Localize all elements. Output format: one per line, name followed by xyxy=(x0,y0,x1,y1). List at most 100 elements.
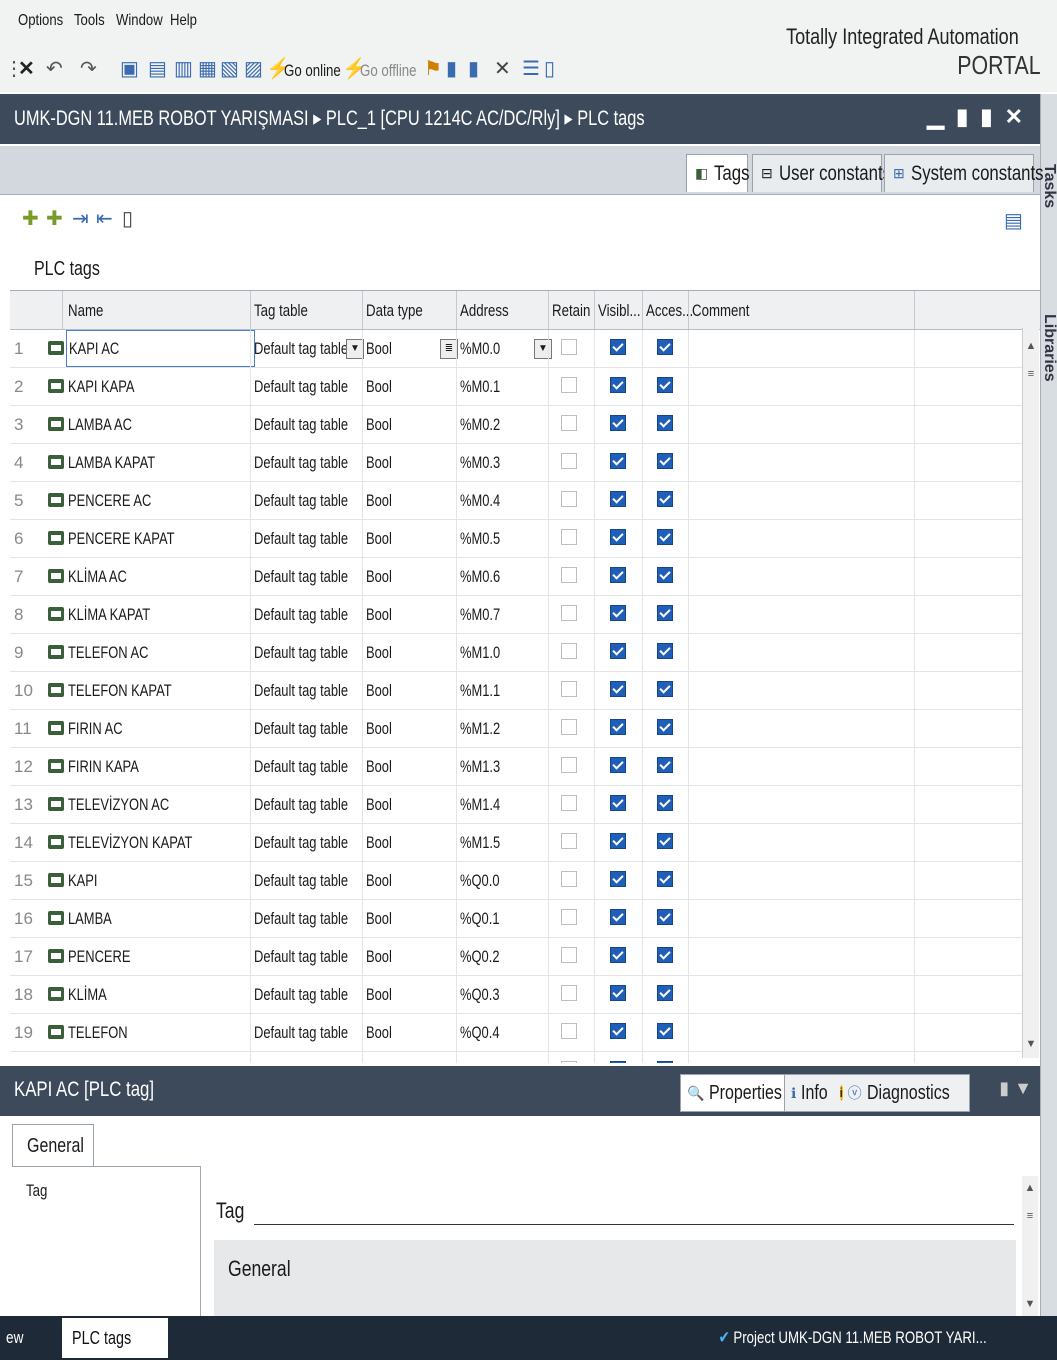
monitor-all-icon[interactable]: ▯ xyxy=(122,206,133,231)
tag-table-cell[interactable]: Default tag table xyxy=(254,444,378,481)
portal-view-link[interactable]: ew xyxy=(6,1328,23,1348)
data-type-cell[interactable]: Bool xyxy=(366,406,400,443)
accessible-checkbox[interactable] xyxy=(657,529,673,545)
comment-cell[interactable] xyxy=(692,900,912,937)
comment-cell[interactable] xyxy=(692,368,912,405)
data-type-cell[interactable]: Bool xyxy=(366,444,400,481)
insert-row-icon[interactable]: ✚ xyxy=(46,206,63,231)
data-type-cell[interactable]: Bool xyxy=(366,1052,400,1063)
address-cell[interactable]: %M0.6 xyxy=(460,558,513,595)
tag-name-cell[interactable]: TELEFON KAPAT xyxy=(66,672,253,709)
start-simulation-icon[interactable]: ▦ xyxy=(198,56,217,81)
open-editor-plc-tags[interactable]: PLC tags xyxy=(62,1318,168,1358)
retain-checkbox[interactable] xyxy=(561,947,577,963)
visible-checkbox[interactable] xyxy=(610,415,626,431)
comment-cell[interactable] xyxy=(692,482,912,519)
menu-window[interactable]: Window xyxy=(116,12,163,30)
scroll-up-icon[interactable]: ▲ xyxy=(1023,340,1039,352)
visible-checkbox[interactable] xyxy=(610,453,626,469)
tag-table-cell[interactable]: Default tag table xyxy=(254,976,378,1013)
inspector-scroll-thumb[interactable]: ≡ xyxy=(1022,1210,1038,1222)
comment-cell[interactable] xyxy=(692,558,912,595)
accessible-checkbox[interactable] xyxy=(657,339,673,355)
visible-checkbox[interactable] xyxy=(610,377,626,393)
table-row[interactable]: 1 KAPI AC Default tag table ▼ Bool ≣ %M0.0 ▼ xyxy=(10,330,1022,368)
tag-name-cell[interactable]: KAPI xyxy=(66,862,253,899)
data-type-cell[interactable]: Bool xyxy=(366,482,400,519)
tag-name-cell[interactable]: KLİMA AC xyxy=(66,558,253,595)
window-controls[interactable]: ▁ ▮ ▮ ✕ xyxy=(927,104,1026,130)
tag-table-cell[interactable]: Default tag table xyxy=(254,862,378,899)
tab-tags[interactable]: ◧ Tags xyxy=(686,154,750,192)
retain-checkbox[interactable] xyxy=(561,681,577,697)
data-type-cell[interactable]: Bool xyxy=(366,710,400,747)
accessible-checkbox[interactable] xyxy=(657,795,673,811)
tag-name-cell[interactable]: PENCERE AC xyxy=(66,482,253,519)
table-vertical-scrollbar[interactable]: ▲ ≡ ▼ xyxy=(1022,328,1039,1058)
inspector-scrollbar[interactable]: ▲ ≡ ▼ xyxy=(1022,1176,1038,1316)
scroll-down-icon[interactable]: ▼ xyxy=(1023,1038,1039,1050)
tag-name-cell[interactable]: LAMBA KAPAT xyxy=(66,444,253,481)
tag-name-cell[interactable]: TELEFON xyxy=(66,1014,253,1051)
visible-checkbox[interactable] xyxy=(610,719,626,735)
data-type-cell[interactable]: Bool xyxy=(366,558,400,595)
visible-checkbox[interactable] xyxy=(610,681,626,697)
tag-name-cell[interactable]: TELEVİZYON AC xyxy=(66,786,253,823)
retain-checkbox[interactable] xyxy=(561,453,577,469)
accessible-checkbox[interactable] xyxy=(657,985,673,1001)
retain-checkbox[interactable] xyxy=(561,1023,577,1039)
retain-checkbox[interactable] xyxy=(561,567,577,583)
visible-checkbox[interactable] xyxy=(610,339,626,355)
table-row[interactable]: 5 PENCERE AC Default tag table Bool %M0.4 xyxy=(10,482,1022,520)
retain-checkbox[interactable] xyxy=(561,415,577,431)
add-row-icon[interactable]: ✚ xyxy=(22,206,39,231)
tag-table-cell[interactable]: Default tag table xyxy=(254,748,378,785)
data-type-cell[interactable]: Bool xyxy=(366,368,400,405)
address-cell[interactable]: %M1.5 xyxy=(460,824,513,861)
tag-table-cell[interactable]: Default tag table xyxy=(254,596,378,633)
comment-cell[interactable] xyxy=(692,330,912,367)
address-cell[interactable]: %M0.0 xyxy=(460,330,513,367)
accessible-checkbox[interactable] xyxy=(657,1023,673,1039)
data-type-cell[interactable]: Bool xyxy=(366,1014,400,1051)
address-cell[interactable]: %M0.1 xyxy=(460,368,513,405)
column-header-data-type[interactable]: Data type xyxy=(366,301,423,321)
address-cell[interactable]: %M1.3 xyxy=(460,748,513,785)
comment-cell[interactable] xyxy=(692,938,912,975)
comment-cell[interactable] xyxy=(692,748,912,785)
inspector-nav-tag[interactable]: Tag xyxy=(26,1181,47,1201)
download-icon[interactable]: ▤ xyxy=(148,56,167,81)
tag-name-cell[interactable]: KAPI AC xyxy=(66,330,255,367)
tag-name-cell[interactable]: KLİMA KAPAT xyxy=(66,596,253,633)
data-type-cell[interactable]: Bool xyxy=(366,520,400,557)
data-type-cell[interactable]: Bool xyxy=(366,900,400,937)
column-header-name[interactable]: Name xyxy=(68,301,103,321)
visible-checkbox[interactable] xyxy=(610,529,626,545)
tag-name-cell[interactable]: PENCERE KAPAT xyxy=(66,520,253,557)
tag-table-cell[interactable]: Default tag table xyxy=(254,824,378,861)
data-type-cell[interactable]: Bool xyxy=(366,862,400,899)
go-offline-button[interactable]: Go offline xyxy=(360,61,417,81)
retain-checkbox[interactable] xyxy=(561,491,577,507)
data-type-cell[interactable]: Bool xyxy=(366,672,400,709)
retain-checkbox[interactable] xyxy=(561,871,577,887)
tag-table-cell[interactable]: Default tag table xyxy=(254,938,378,975)
inspector-scroll-up-icon[interactable]: ▲ xyxy=(1022,1182,1038,1194)
table-row[interactable]: 14 TELEVİZYON KAPAT Default tag table Bool%… xyxy=(10,824,1022,862)
data-type-cell[interactable]: Bool xyxy=(366,596,400,633)
table-row[interactable]: 12 FIRIN KAPA Default tag table Bool %M1.3 xyxy=(10,748,1022,786)
comment-cell[interactable] xyxy=(692,824,912,861)
tag-name-cell[interactable]: FIRIN xyxy=(66,1052,253,1063)
tab-info[interactable]: ℹ Info i ⓥ Diagnostics xyxy=(784,1074,970,1112)
start-cpu-icon[interactable]: ▮ xyxy=(446,56,457,81)
visible-checkbox[interactable] xyxy=(610,567,626,583)
table-row[interactable]: 11 FIRIN AC Default tag table Bool %M1.2 xyxy=(10,710,1022,748)
retain-checkbox[interactable] xyxy=(561,985,577,1001)
tag-table-cell[interactable]: Default tag table xyxy=(254,558,378,595)
column-header-comment[interactable]: Comment xyxy=(692,301,749,321)
retain-checkbox[interactable] xyxy=(561,1061,577,1063)
address-cell[interactable]: %Q0.4 xyxy=(460,1014,512,1051)
retain-checkbox[interactable] xyxy=(561,757,577,773)
tag-table-cell[interactable]: Default tag table xyxy=(254,1052,378,1063)
column-header-accessible[interactable]: Acces... xyxy=(646,301,693,321)
